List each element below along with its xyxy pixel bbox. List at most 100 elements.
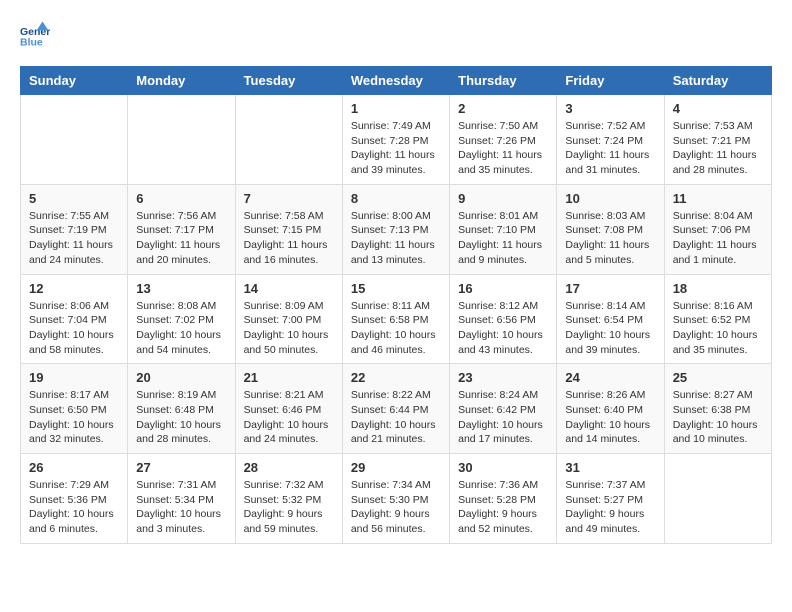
calendar-cell-3-4: 15 Sunrise: 8:11 AM Sunset: 6:58 PM Dayli… xyxy=(342,274,449,364)
calendar-cell-2-2: 6 Sunrise: 7:56 AM Sunset: 7:17 PM Daylig… xyxy=(128,184,235,274)
calendar-week-5: 26 Sunrise: 7:29 AM Sunset: 5:36 PM Dayli… xyxy=(21,454,772,544)
calendar-cell-1-7: 4 Sunrise: 7:53 AM Sunset: 7:21 PM Daylig… xyxy=(664,95,771,185)
day-info: Sunrise: 8:14 AM Sunset: 6:54 PM Dayligh… xyxy=(565,299,655,358)
day-number: 31 xyxy=(565,460,655,475)
day-info: Sunrise: 8:09 AM Sunset: 7:00 PM Dayligh… xyxy=(244,299,334,358)
calendar-header-sunday: Sunday xyxy=(21,67,128,95)
calendar-cell-5-7 xyxy=(664,454,771,544)
day-number: 22 xyxy=(351,370,441,385)
day-number: 19 xyxy=(29,370,119,385)
calendar-cell-5-5: 30Sunrise: 7:36 AM Sunset: 5:28 PM Dayli… xyxy=(450,454,557,544)
day-number: 18 xyxy=(673,281,763,296)
calendar-cell-3-3: 14 Sunrise: 8:09 AM Sunset: 7:00 PM Dayli… xyxy=(235,274,342,364)
day-info: Sunrise: 7:49 AM Sunset: 7:28 PM Dayligh… xyxy=(351,119,441,178)
day-info: Sunrise: 8:11 AM Sunset: 6:58 PM Dayligh… xyxy=(351,299,441,358)
day-number: 12 xyxy=(29,281,119,296)
calendar-cell-4-3: 21 Sunrise: 8:21 AM Sunset: 6:46 PM Dayli… xyxy=(235,364,342,454)
day-number: 5 xyxy=(29,191,119,206)
calendar-cell-3-2: 13 Sunrise: 8:08 AM Sunset: 7:02 PM Dayli… xyxy=(128,274,235,364)
calendar-cell-4-2: 20 Sunrise: 8:19 AM Sunset: 6:48 PM Dayli… xyxy=(128,364,235,454)
day-number: 27 xyxy=(136,460,226,475)
day-info: Sunrise: 8:17 AM Sunset: 6:50 PM Dayligh… xyxy=(29,388,119,447)
day-number: 6 xyxy=(136,191,226,206)
calendar-header-monday: Monday xyxy=(128,67,235,95)
logo-icon: General Blue xyxy=(20,20,50,50)
day-info: Sunrise: 8:16 AM Sunset: 6:52 PM Dayligh… xyxy=(673,299,763,358)
day-info: Sunrise: 8:06 AM Sunset: 7:04 PM Dayligh… xyxy=(29,299,119,358)
day-info: Sunrise: 7:53 AM Sunset: 7:21 PM Dayligh… xyxy=(673,119,763,178)
day-info: Sunrise: 8:27 AM Sunset: 6:38 PM Dayligh… xyxy=(673,388,763,447)
calendar-cell-4-7: 25Sunrise: 8:27 AM Sunset: 6:38 PM Dayli… xyxy=(664,364,771,454)
day-number: 10 xyxy=(565,191,655,206)
day-info: Sunrise: 7:58 AM Sunset: 7:15 PM Dayligh… xyxy=(244,209,334,268)
day-info: Sunrise: 8:01 AM Sunset: 7:10 PM Dayligh… xyxy=(458,209,548,268)
calendar-week-3: 12 Sunrise: 8:06 AM Sunset: 7:04 PM Dayli… xyxy=(21,274,772,364)
calendar-cell-1-4: 1 Sunrise: 7:49 AM Sunset: 7:28 PM Daylig… xyxy=(342,95,449,185)
day-number: 3 xyxy=(565,101,655,116)
calendar-cell-3-6: 17Sunrise: 8:14 AM Sunset: 6:54 PM Dayli… xyxy=(557,274,664,364)
calendar-cell-1-6: 3Sunrise: 7:52 AM Sunset: 7:24 PM Daylig… xyxy=(557,95,664,185)
day-info: Sunrise: 8:22 AM Sunset: 6:44 PM Dayligh… xyxy=(351,388,441,447)
calendar-cell-2-5: 9 Sunrise: 8:01 AM Sunset: 7:10 PM Daylig… xyxy=(450,184,557,274)
day-info: Sunrise: 8:24 AM Sunset: 6:42 PM Dayligh… xyxy=(458,388,548,447)
day-info: Sunrise: 8:08 AM Sunset: 7:02 PM Dayligh… xyxy=(136,299,226,358)
calendar-cell-4-6: 24Sunrise: 8:26 AM Sunset: 6:40 PM Dayli… xyxy=(557,364,664,454)
day-number: 15 xyxy=(351,281,441,296)
day-number: 13 xyxy=(136,281,226,296)
day-number: 23 xyxy=(458,370,548,385)
day-number: 28 xyxy=(244,460,334,475)
calendar-cell-1-2 xyxy=(128,95,235,185)
calendar-week-2: 5Sunrise: 7:55 AM Sunset: 7:19 PM Daylig… xyxy=(21,184,772,274)
calendar-cell-3-5: 16 Sunrise: 8:12 AM Sunset: 6:56 PM Dayli… xyxy=(450,274,557,364)
calendar-cell-2-4: 8 Sunrise: 8:00 AM Sunset: 7:13 PM Daylig… xyxy=(342,184,449,274)
logo: General Blue xyxy=(20,20,54,50)
day-number: 2 xyxy=(458,101,548,116)
day-number: 29 xyxy=(351,460,441,475)
day-info: Sunrise: 8:04 AM Sunset: 7:06 PM Dayligh… xyxy=(673,209,763,268)
day-info: Sunrise: 8:12 AM Sunset: 6:56 PM Dayligh… xyxy=(458,299,548,358)
day-info: Sunrise: 7:29 AM Sunset: 5:36 PM Dayligh… xyxy=(29,478,119,537)
day-number: 7 xyxy=(244,191,334,206)
day-info: Sunrise: 8:00 AM Sunset: 7:13 PM Dayligh… xyxy=(351,209,441,268)
day-number: 20 xyxy=(136,370,226,385)
day-info: Sunrise: 8:03 AM Sunset: 7:08 PM Dayligh… xyxy=(565,209,655,268)
day-info: Sunrise: 8:21 AM Sunset: 6:46 PM Dayligh… xyxy=(244,388,334,447)
day-info: Sunrise: 8:19 AM Sunset: 6:48 PM Dayligh… xyxy=(136,388,226,447)
calendar-header-thursday: Thursday xyxy=(450,67,557,95)
calendar-header-wednesday: Wednesday xyxy=(342,67,449,95)
day-info: Sunrise: 7:32 AM Sunset: 5:32 PM Dayligh… xyxy=(244,478,334,537)
day-info: Sunrise: 7:31 AM Sunset: 5:34 PM Dayligh… xyxy=(136,478,226,537)
day-number: 8 xyxy=(351,191,441,206)
day-number: 16 xyxy=(458,281,548,296)
day-info: Sunrise: 7:56 AM Sunset: 7:17 PM Dayligh… xyxy=(136,209,226,268)
page-header: General Blue xyxy=(20,20,772,50)
calendar-week-1: 1 Sunrise: 7:49 AM Sunset: 7:28 PM Daylig… xyxy=(21,95,772,185)
day-info: Sunrise: 7:37 AM Sunset: 5:27 PM Dayligh… xyxy=(565,478,655,537)
day-number: 14 xyxy=(244,281,334,296)
calendar-cell-4-1: 19 Sunrise: 8:17 AM Sunset: 6:50 PM Dayli… xyxy=(21,364,128,454)
calendar-header-row: SundayMondayTuesdayWednesdayThursdayFrid… xyxy=(21,67,772,95)
calendar-cell-1-3 xyxy=(235,95,342,185)
day-number: 4 xyxy=(673,101,763,116)
calendar-cell-5-2: 27 Sunrise: 7:31 AM Sunset: 5:34 PM Dayli… xyxy=(128,454,235,544)
svg-text:Blue: Blue xyxy=(20,37,43,49)
calendar-header-friday: Friday xyxy=(557,67,664,95)
calendar-cell-5-1: 26 Sunrise: 7:29 AM Sunset: 5:36 PM Dayli… xyxy=(21,454,128,544)
calendar-header-tuesday: Tuesday xyxy=(235,67,342,95)
day-number: 26 xyxy=(29,460,119,475)
day-number: 21 xyxy=(244,370,334,385)
calendar-cell-2-1: 5Sunrise: 7:55 AM Sunset: 7:19 PM Daylig… xyxy=(21,184,128,274)
day-number: 1 xyxy=(351,101,441,116)
calendar-cell-1-1 xyxy=(21,95,128,185)
calendar-cell-4-5: 23 Sunrise: 8:24 AM Sunset: 6:42 PM Dayli… xyxy=(450,364,557,454)
day-number: 11 xyxy=(673,191,763,206)
calendar-cell-2-3: 7 Sunrise: 7:58 AM Sunset: 7:15 PM Daylig… xyxy=(235,184,342,274)
calendar-cell-5-3: 28 Sunrise: 7:32 AM Sunset: 5:32 PM Dayli… xyxy=(235,454,342,544)
day-info: Sunrise: 7:50 AM Sunset: 7:26 PM Dayligh… xyxy=(458,119,548,178)
day-number: 24 xyxy=(565,370,655,385)
calendar-week-4: 19 Sunrise: 8:17 AM Sunset: 6:50 PM Dayli… xyxy=(21,364,772,454)
day-number: 9 xyxy=(458,191,548,206)
calendar-cell-5-4: 29Sunrise: 7:34 AM Sunset: 5:30 PM Dayli… xyxy=(342,454,449,544)
calendar-cell-4-4: 22 Sunrise: 8:22 AM Sunset: 6:44 PM Dayli… xyxy=(342,364,449,454)
day-info: Sunrise: 7:36 AM Sunset: 5:28 PM Dayligh… xyxy=(458,478,548,537)
